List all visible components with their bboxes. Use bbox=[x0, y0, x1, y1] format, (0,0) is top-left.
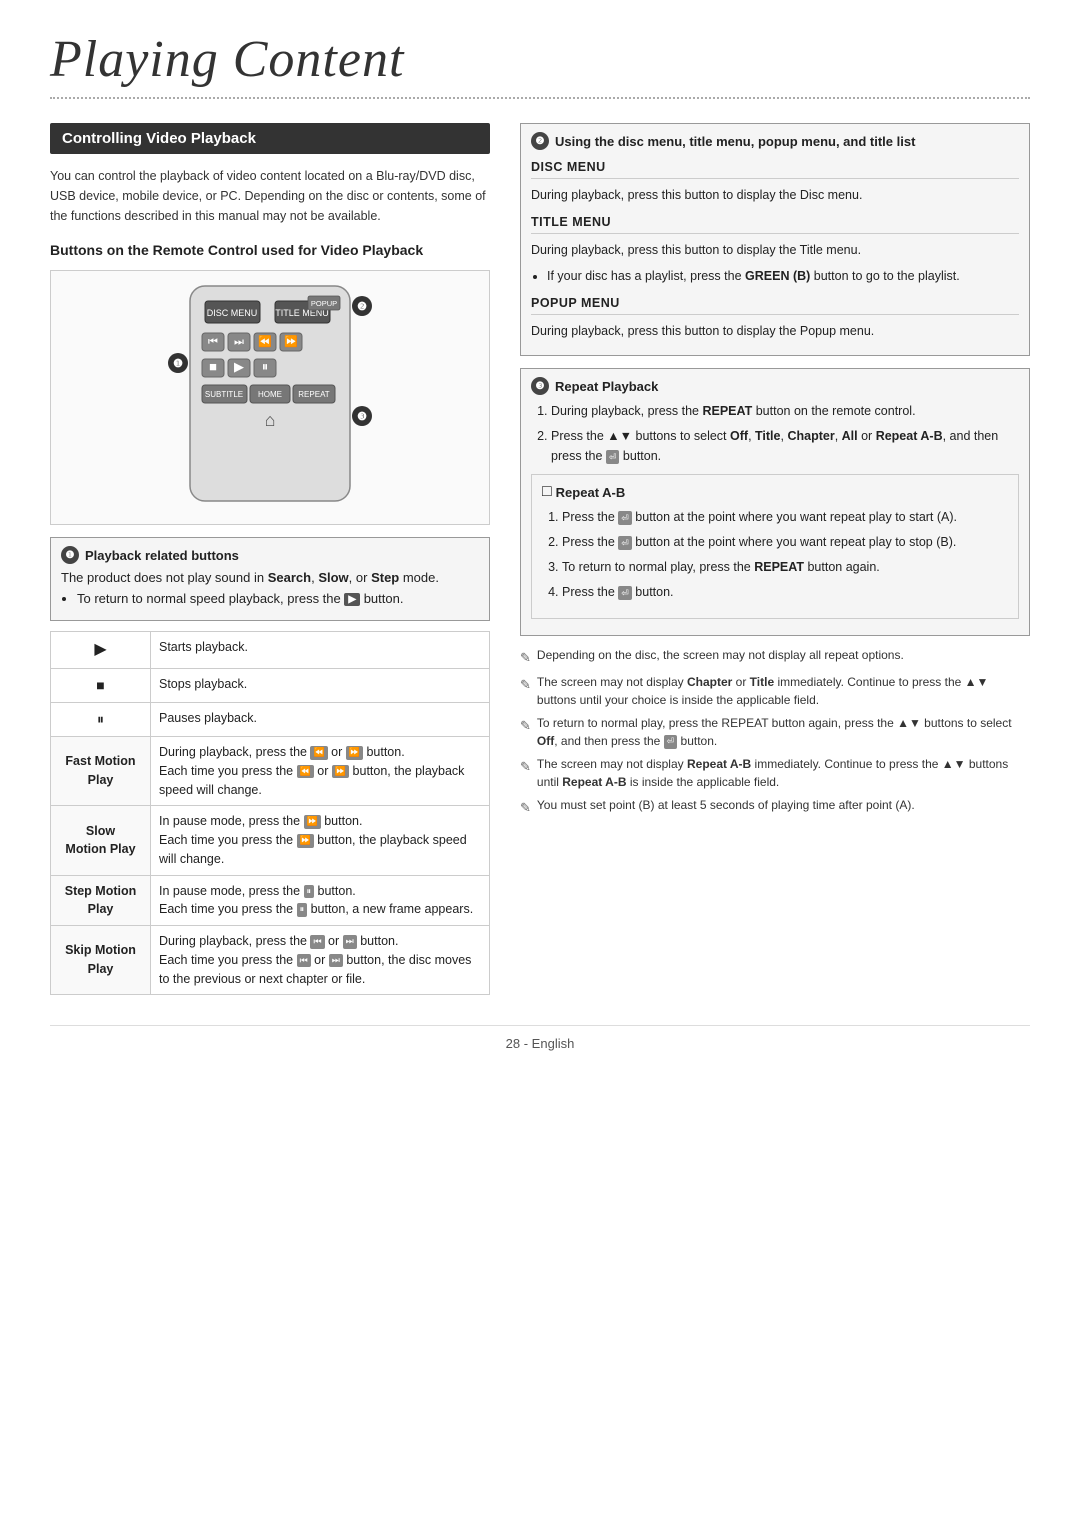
popup-menu-text: During playback, press this button to di… bbox=[531, 321, 1019, 341]
svg-text:⏮: ⏮ bbox=[208, 336, 218, 348]
note-icon-2 bbox=[520, 674, 531, 695]
repeat-ab-step-4: Press the ⏎ button. bbox=[562, 582, 1008, 602]
table-row-skip-motion: Skip MotionPlay During playback, press t… bbox=[51, 926, 490, 995]
fast-motion-desc: During playback, press the ⏪ or ⏩ button… bbox=[151, 737, 490, 806]
svg-text:❶: ❶ bbox=[173, 358, 183, 370]
playback-table: ▶ Starts playback. ■ Stops playback. ⏸ P… bbox=[50, 631, 490, 995]
skip-motion-desc: During playback, press the ⏮ or ⏭ button… bbox=[151, 926, 490, 995]
stop-desc: Stops playback. bbox=[151, 669, 490, 703]
note-3: To return to normal play, press the REPE… bbox=[520, 714, 1030, 750]
disc-menu-label: DISC MENU bbox=[531, 160, 1019, 179]
svg-text:⏩: ⏩ bbox=[284, 335, 298, 348]
slow-motion-desc: In pause mode, press the ⏩ button. Each … bbox=[151, 806, 490, 875]
pause-desc: Pauses playback. bbox=[151, 703, 490, 737]
step-motion-label: Step MotionPlay bbox=[51, 875, 151, 926]
page-container: Playing Content Controlling Video Playba… bbox=[0, 0, 1080, 1532]
popup-menu-label: POPUP MENU bbox=[531, 296, 1019, 315]
play-icon-cell: ▶ bbox=[51, 632, 151, 669]
badge-3: ❸ bbox=[531, 377, 549, 395]
svg-text:⏪: ⏪ bbox=[258, 335, 272, 348]
repeat-ab-title: □ Repeat A-B bbox=[542, 483, 1008, 501]
svg-text:❸: ❸ bbox=[357, 411, 367, 423]
title-menu-label: TITLE MENU bbox=[531, 215, 1019, 234]
repeat-step-2: Press the ▲▼ buttons to select Off, Titl… bbox=[551, 426, 1019, 466]
playback-buttons-title: ❶ Playback related buttons bbox=[61, 546, 479, 564]
repeat-box-title: ❸ Repeat Playback bbox=[531, 377, 1019, 395]
repeat-ab-step-3: To return to normal play, press the REPE… bbox=[562, 557, 1008, 577]
note-5: You must set point (B) at least 5 second… bbox=[520, 796, 1030, 818]
svg-text:REPEAT: REPEAT bbox=[298, 390, 330, 399]
title-menu-bullet: If your disc has a playlist, press the G… bbox=[547, 266, 1019, 286]
note-icon-5 bbox=[520, 797, 531, 818]
slow-motion-label: SlowMotion Play bbox=[51, 806, 151, 875]
bullet-normal-speed: To return to normal speed playback, pres… bbox=[77, 591, 479, 606]
svg-text:⌂: ⌂ bbox=[265, 410, 276, 430]
note-icon-1 bbox=[520, 647, 531, 668]
svg-text:SUBTITLE: SUBTITLE bbox=[205, 390, 243, 399]
table-row-pause: ⏸ Pauses playback. bbox=[51, 703, 490, 737]
note-4: The screen may not display Repeat A-B im… bbox=[520, 755, 1030, 791]
svg-text:▶: ▶ bbox=[234, 359, 244, 374]
badge-1: ❶ bbox=[61, 546, 79, 564]
disc-menu-text: During playback, press this button to di… bbox=[531, 185, 1019, 205]
svg-text:■: ■ bbox=[209, 359, 217, 374]
repeat-ab-box: □ Repeat A-B Press the ⏎ button at the p… bbox=[531, 474, 1019, 619]
repeat-ab-step-2: Press the ⏎ button at the point where yo… bbox=[562, 532, 1008, 552]
badge-2: ❷ bbox=[531, 132, 549, 150]
table-row-play: ▶ Starts playback. bbox=[51, 632, 490, 669]
play-desc: Starts playback. bbox=[151, 632, 490, 669]
note-1: Depending on the disc, the screen may no… bbox=[520, 646, 1030, 668]
svg-text:POPUP: POPUP bbox=[311, 299, 337, 308]
right-column: ❷ Using the disc menu, title menu, popup… bbox=[520, 123, 1030, 995]
table-row-fast-motion: Fast MotionPlay During playback, press t… bbox=[51, 737, 490, 806]
step-motion-desc: In pause mode, press the ⏸ button. Each … bbox=[151, 875, 490, 926]
fwd-icon: ⏩ bbox=[346, 746, 363, 760]
table-row-stop: ■ Stops playback. bbox=[51, 669, 490, 703]
play-btn-icon: ▶ bbox=[344, 593, 360, 606]
note-icon-3 bbox=[520, 715, 531, 736]
subsection-title: Buttons on the Remote Control used for V… bbox=[50, 242, 490, 258]
repeat-ab-step-1: Press the ⏎ button at the point where yo… bbox=[562, 507, 1008, 527]
repeat-step-1: During playback, press the REPEAT button… bbox=[551, 401, 1019, 421]
note-icon-4 bbox=[520, 756, 531, 777]
svg-text:❷: ❷ bbox=[357, 301, 367, 313]
repeat-steps-list: During playback, press the REPEAT button… bbox=[551, 401, 1019, 466]
svg-text:⏭: ⏭ bbox=[234, 336, 244, 348]
svg-text:HOME: HOME bbox=[258, 390, 282, 399]
svg-text:DISC MENU: DISC MENU bbox=[207, 308, 258, 318]
left-column: Controlling Video Playback You can contr… bbox=[50, 123, 490, 995]
notes-section: Depending on the disc, the screen may no… bbox=[520, 646, 1030, 818]
repeat-ab-steps-list: Press the ⏎ button at the point where yo… bbox=[562, 507, 1008, 602]
remote-svg-container: DISC MENU TITLE MENU POPUP ⏮ ⏭ ⏪ bbox=[160, 281, 380, 514]
playback-buttons-box: ❶ Playback related buttons The product d… bbox=[50, 537, 490, 621]
pause-icon-cell: ⏸ bbox=[51, 703, 151, 737]
disc-menu-box: ❷ Using the disc menu, title menu, popup… bbox=[520, 123, 1030, 356]
page-title: Playing Content bbox=[50, 30, 1030, 99]
repeat-playback-box: ❸ Repeat Playback During playback, press… bbox=[520, 368, 1030, 636]
two-col-layout: Controlling Video Playback You can contr… bbox=[50, 123, 1030, 995]
box1-intro: The product does not play sound in Searc… bbox=[61, 570, 479, 585]
skip-motion-label: Skip MotionPlay bbox=[51, 926, 151, 995]
rew-icon: ⏪ bbox=[310, 746, 327, 760]
section-header-dark: Controlling Video Playback bbox=[50, 123, 490, 154]
table-row-slow-motion: SlowMotion Play In pause mode, press the… bbox=[51, 806, 490, 875]
title-menu-text: During playback, press this button to di… bbox=[531, 240, 1019, 260]
intro-text: You can control the playback of video co… bbox=[50, 166, 490, 226]
remote-control-svg: DISC MENU TITLE MENU POPUP ⏮ ⏭ ⏪ bbox=[160, 281, 380, 511]
note-2: The screen may not display Chapter or Ti… bbox=[520, 673, 1030, 709]
disc-menu-box-title: ❷ Using the disc menu, title menu, popup… bbox=[531, 132, 1019, 150]
fast-motion-label: Fast MotionPlay bbox=[51, 737, 151, 806]
stop-icon-cell: ■ bbox=[51, 669, 151, 703]
page-footer: 28 - English bbox=[50, 1025, 1030, 1051]
table-row-step-motion: Step MotionPlay In pause mode, press the… bbox=[51, 875, 490, 926]
svg-text:⏸: ⏸ bbox=[262, 359, 269, 374]
remote-image-area: DISC MENU TITLE MENU POPUP ⏮ ⏭ ⏪ bbox=[50, 270, 490, 525]
